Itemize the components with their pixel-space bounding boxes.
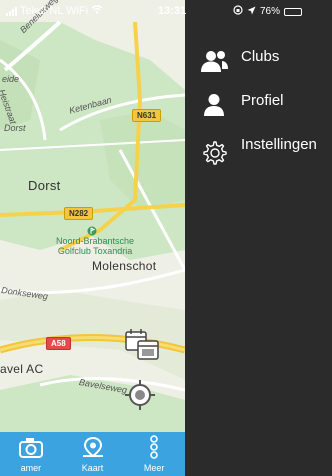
more-icon xyxy=(141,435,167,461)
tab-map-label: Kaart xyxy=(81,463,104,473)
road-badge-a58: A58 xyxy=(46,337,71,350)
map-pin-icon xyxy=(80,436,106,461)
golfclub-name-line2: Golfclub Toxandria xyxy=(57,246,133,256)
clubs-icon xyxy=(199,48,229,74)
battery-percent: 76% xyxy=(260,6,281,17)
status-time: 13:31 xyxy=(158,5,187,17)
tab-camera-label: amer xyxy=(20,463,42,473)
camera-icon xyxy=(18,437,44,461)
status-left: Tele2 NL WiFi xyxy=(6,5,103,17)
locate-crosshair-icon[interactable] xyxy=(123,378,157,412)
wifi-icon xyxy=(91,5,103,17)
menu-item-profile-label: Profiel xyxy=(241,92,284,109)
road-badge-n631: N631 xyxy=(132,109,162,122)
status-bar: Tele2 NL WiFi 13:31 76% xyxy=(0,0,332,22)
carrier-label: Tele2 NL WiFi xyxy=(20,5,89,17)
settings-icon xyxy=(199,140,229,166)
menu-item-profile[interactable]: Profiel xyxy=(199,92,332,118)
tab-camera[interactable]: amer xyxy=(0,432,62,476)
tab-more[interactable]: Meer xyxy=(123,432,185,476)
map-label-golfclub: Noord-Brabantsche Golfclub Toxandria xyxy=(56,236,134,256)
signal-strength-icon xyxy=(6,6,17,16)
rotation-lock-icon xyxy=(233,5,243,18)
menu-item-settings[interactable]: Instellingen xyxy=(199,136,332,166)
location-arrow-icon xyxy=(247,6,256,18)
map-label-eide: eide xyxy=(2,74,20,84)
road-badge-n282: N282 xyxy=(64,207,94,220)
battery-icon xyxy=(284,7,303,16)
map-label-dorst-small: Dorst xyxy=(4,123,26,133)
map-view[interactable]: Beneluxweg Heistraat eide Ketenbaan Dors… xyxy=(0,0,185,476)
bottom-tab-bar: amer Kaart Meer xyxy=(0,432,185,476)
menu-item-settings-label: Instellingen xyxy=(241,136,317,153)
menu-item-clubs-label: Clubs xyxy=(241,48,280,65)
map-label-avel-ac: avel AC xyxy=(0,362,44,376)
tab-map[interactable]: Kaart xyxy=(62,432,124,476)
map-label-dorst: Dorst xyxy=(28,178,61,193)
status-right: 76% xyxy=(233,5,303,18)
side-menu: Clubs Profiel Instellingen xyxy=(185,22,332,476)
event-calendar-marker-icon[interactable] xyxy=(124,328,162,362)
golfclub-name-line1: Noord-Brabantsche xyxy=(56,236,135,246)
tab-more-label: Meer xyxy=(143,463,165,473)
profile-icon xyxy=(199,92,229,118)
map-label-molenschot: Molenschot xyxy=(92,259,157,273)
menu-item-clubs[interactable]: Clubs xyxy=(199,48,332,74)
